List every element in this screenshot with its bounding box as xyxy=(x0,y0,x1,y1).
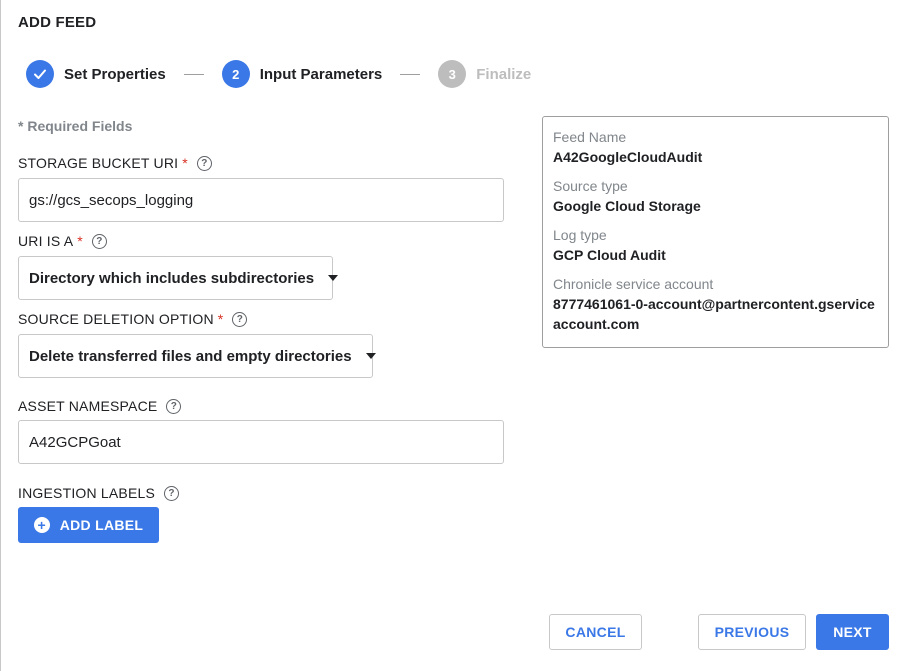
summary-service-account: Chronicle service account 8777461061-0-a… xyxy=(553,274,878,334)
ingestion-labels-label: INGESTION LABELS ? xyxy=(18,485,180,501)
asset-namespace-label: ASSET NAMESPACE ? xyxy=(18,398,182,414)
summary-label: Feed Name xyxy=(553,129,627,145)
dialog-title: ADD FEED xyxy=(18,14,97,31)
uri-is-a-label: URI IS A * ? xyxy=(18,233,107,249)
label-text: ASSET NAMESPACE xyxy=(18,398,158,414)
required-asterisk: * xyxy=(182,155,188,171)
step-set-properties[interactable]: Set Properties xyxy=(26,60,166,88)
source-deletion-select[interactable]: Delete transferred files and empty direc… xyxy=(18,334,376,378)
select-value: Directory which includes subdirectories xyxy=(29,269,315,287)
label-text: INGESTION LABELS xyxy=(18,485,156,501)
required-asterisk: * xyxy=(77,233,83,249)
help-icon[interactable]: ? xyxy=(91,233,107,249)
feed-summary-card: Feed Name A42GoogleCloudAudit Source typ… xyxy=(542,116,889,348)
select-value: Delete transferred files and empty direc… xyxy=(29,347,352,365)
button-label: ADD LABEL xyxy=(59,517,144,533)
summary-source-type: Source type Google Cloud Storage xyxy=(553,176,878,216)
help-icon[interactable]: ? xyxy=(196,155,212,171)
label-text: STORAGE BUCKET URI xyxy=(18,155,179,171)
summary-label: Log type xyxy=(553,227,607,243)
cancel-button[interactable]: CANCEL xyxy=(549,614,642,650)
summary-label: Chronicle service account xyxy=(553,276,714,292)
summary-feed-name: Feed Name A42GoogleCloudAudit xyxy=(553,127,878,167)
label-text: URI IS A xyxy=(18,233,74,249)
summary-value: A42GoogleCloudAudit xyxy=(553,149,703,165)
next-button[interactable]: NEXT xyxy=(816,614,889,650)
summary-log-type: Log type GCP Cloud Audit xyxy=(553,225,878,265)
summary-label: Source type xyxy=(553,178,628,194)
previous-button[interactable]: PREVIOUS xyxy=(698,614,806,650)
summary-value: 8777461061-0-account@partnercontent.gser… xyxy=(553,296,875,332)
source-deletion-label: SOURCE DELETION OPTION * ? xyxy=(18,311,248,327)
required-fields-note: * Required Fields xyxy=(18,118,133,134)
step-finalize: 3 Finalize xyxy=(438,60,531,88)
step-label: Set Properties xyxy=(64,65,166,83)
help-icon[interactable]: ? xyxy=(166,398,182,414)
step-number: 2 xyxy=(221,60,250,88)
step-input-parameters[interactable]: 2 Input Parameters xyxy=(221,60,383,88)
required-asterisk: * xyxy=(217,311,224,327)
stepper: Set Properties 2 Input Parameters 3 Fina… xyxy=(26,60,531,88)
summary-value: GCP Cloud Audit xyxy=(553,247,666,263)
uri-is-a-select[interactable]: Directory which includes subdirectories xyxy=(18,256,339,300)
help-icon[interactable]: ? xyxy=(164,485,180,501)
step-label: Input Parameters xyxy=(259,65,383,83)
step-number: 3 xyxy=(438,60,467,88)
add-feed-dialog: ADD FEED Set Properties 2 Input Paramete… xyxy=(0,0,903,671)
label-text: SOURCE DELETION OPTION xyxy=(18,311,214,327)
caret-down-icon xyxy=(328,275,339,281)
step-separator xyxy=(183,73,204,75)
step-separator xyxy=(400,73,421,75)
add-label-button[interactable]: + ADD LABEL xyxy=(18,507,159,543)
plus-circle-icon: + xyxy=(33,517,50,533)
help-icon[interactable]: ? xyxy=(232,311,248,327)
summary-value: Google Cloud Storage xyxy=(553,198,701,214)
step-label: Finalize xyxy=(476,65,532,83)
storage-bucket-uri-input[interactable] xyxy=(18,178,504,222)
asset-namespace-input[interactable] xyxy=(18,420,504,464)
storage-bucket-uri-label: STORAGE BUCKET URI * ? xyxy=(18,155,212,171)
check-icon xyxy=(26,60,54,88)
caret-down-icon xyxy=(365,353,376,359)
